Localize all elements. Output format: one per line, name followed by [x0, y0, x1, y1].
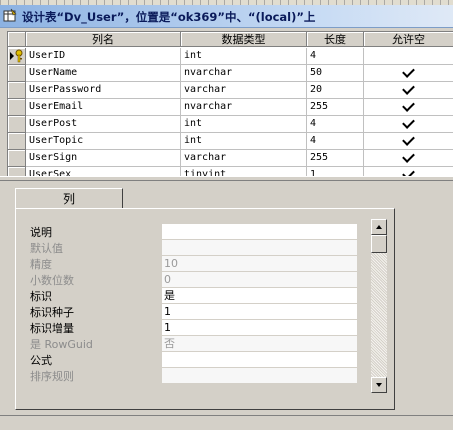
- cell-data-type[interactable]: nvarchar: [181, 65, 307, 82]
- header-column-name[interactable]: 列名: [26, 32, 181, 47]
- property-value[interactable]: 1: [162, 320, 357, 335]
- cell-column-name[interactable]: UserPassword: [26, 82, 181, 99]
- table-row[interactable]: UserPost int 4: [8, 116, 453, 133]
- table-row[interactable]: UserPassword varchar 20: [8, 82, 453, 99]
- pane-splitter[interactable]: [0, 176, 453, 181]
- row-selector[interactable]: [8, 82, 26, 99]
- row-selector[interactable]: [8, 150, 26, 167]
- checkmark-icon: [402, 133, 415, 146]
- checkmark-icon: [402, 65, 415, 78]
- cell-length[interactable]: 20: [307, 82, 364, 99]
- property-value[interactable]: [162, 352, 357, 367]
- property-value[interactable]: [162, 224, 357, 239]
- property-label: 标识种子: [30, 306, 74, 319]
- cell-data-type[interactable]: nvarchar: [181, 99, 307, 116]
- properties-panel: 说明默认值精度 10 小数位数 0 标识 是标识种子 1 标识增量 1 是 RowGuid 否公式排…: [15, 208, 395, 410]
- property-label: 小数位数: [30, 274, 74, 287]
- checkmark-icon: [402, 99, 415, 112]
- cell-length[interactable]: 4: [307, 133, 364, 150]
- header-data-type[interactable]: 数据类型: [181, 32, 307, 47]
- cell-column-name[interactable]: UserSign: [26, 150, 181, 167]
- arrow-up-icon: [376, 225, 382, 229]
- table-row[interactable]: UserSign varchar 255: [8, 150, 453, 167]
- property-label: 精度: [30, 258, 52, 271]
- cell-column-name[interactable]: UserName: [26, 65, 181, 82]
- cell-column-name[interactable]: UserID: [26, 48, 181, 65]
- properties-scrollbar[interactable]: [371, 219, 387, 393]
- row-selector[interactable]: [8, 65, 26, 82]
- checkmark-icon: [402, 116, 415, 129]
- property-value: 10: [162, 256, 357, 271]
- property-value: [162, 240, 357, 255]
- scroll-up-button[interactable]: [371, 219, 387, 235]
- header-length[interactable]: 长度: [307, 32, 364, 47]
- property-value: 否: [162, 336, 357, 351]
- cell-allow-null[interactable]: [364, 65, 453, 82]
- checkmark-icon: [402, 82, 415, 95]
- window-title: 设计表“Dv_User”，位置是“ok369”中、“(local)”上: [22, 10, 316, 24]
- cell-allow-null[interactable]: [364, 99, 453, 116]
- cell-length[interactable]: 4: [307, 48, 364, 65]
- property-label: 默认值: [30, 242, 63, 255]
- cell-column-name[interactable]: UserEmail: [26, 99, 181, 116]
- cell-allow-null[interactable]: [364, 48, 453, 65]
- cell-column-name[interactable]: UserPost: [26, 116, 181, 133]
- tab-columns[interactable]: 列: [15, 188, 123, 209]
- table-row[interactable]: UserTopic int 4: [8, 133, 453, 150]
- property-label: 说明: [30, 226, 52, 239]
- cell-allow-null[interactable]: [364, 150, 453, 167]
- table-row[interactable]: UserName nvarchar 50: [8, 65, 453, 82]
- property-value[interactable]: 1: [162, 304, 357, 319]
- cell-data-type[interactable]: varchar: [181, 150, 307, 167]
- scroll-down-button[interactable]: [371, 377, 387, 393]
- row-selector[interactable]: [8, 99, 26, 116]
- property-label: 是 RowGuid: [30, 338, 93, 351]
- property-label: 标识增量: [30, 322, 74, 335]
- cell-data-type[interactable]: varchar: [181, 82, 307, 99]
- property-label: 排序规则: [30, 370, 74, 383]
- row-selector[interactable]: [8, 48, 26, 65]
- arrow-down-icon: [376, 383, 382, 387]
- table-design-icon: [3, 8, 17, 22]
- property-value: [162, 368, 357, 383]
- cell-length[interactable]: 4: [307, 116, 364, 133]
- grid-header: 列名 数据类型 长度 允许空: [8, 32, 453, 48]
- header-allow-null[interactable]: 允许空: [364, 32, 453, 47]
- checkmark-icon: [402, 150, 415, 163]
- table-row[interactable]: UserID int 4: [8, 48, 453, 65]
- cell-length[interactable]: 255: [307, 150, 364, 167]
- status-bar: [0, 415, 453, 430]
- cell-data-type[interactable]: int: [181, 48, 307, 65]
- property-label: 公式: [30, 354, 52, 367]
- cell-data-type[interactable]: int: [181, 116, 307, 133]
- header-corner: [8, 32, 26, 47]
- scroll-thumb[interactable]: [371, 235, 387, 253]
- cell-allow-null[interactable]: [364, 133, 453, 150]
- table-row[interactable]: UserEmail nvarchar 255: [8, 99, 453, 116]
- property-value[interactable]: 是: [162, 288, 357, 303]
- title-bar[interactable]: 设计表“Dv_User”，位置是“ok369”中、“(local)”上: [0, 5, 453, 28]
- row-selector[interactable]: [8, 116, 26, 133]
- cell-column-name[interactable]: UserTopic: [26, 133, 181, 150]
- property-label: 标识: [30, 290, 52, 303]
- cell-length[interactable]: 50: [307, 65, 364, 82]
- property-value: 0: [162, 272, 357, 287]
- cell-length[interactable]: 255: [307, 99, 364, 116]
- column-properties-pane: 列 说明默认值精度 10 小数位数 0 标识 是标识种子 1 标识增量 1 是 RowGuid 否公…: [7, 182, 453, 412]
- row-selector[interactable]: [8, 133, 26, 150]
- primary-key-icon: [10, 49, 23, 63]
- cell-data-type[interactable]: int: [181, 133, 307, 150]
- columns-grid[interactable]: 列名 数据类型 长度 允许空 UserID int 4 UserName nvarcha…: [7, 31, 453, 177]
- cell-allow-null[interactable]: [364, 82, 453, 99]
- cell-allow-null[interactable]: [364, 116, 453, 133]
